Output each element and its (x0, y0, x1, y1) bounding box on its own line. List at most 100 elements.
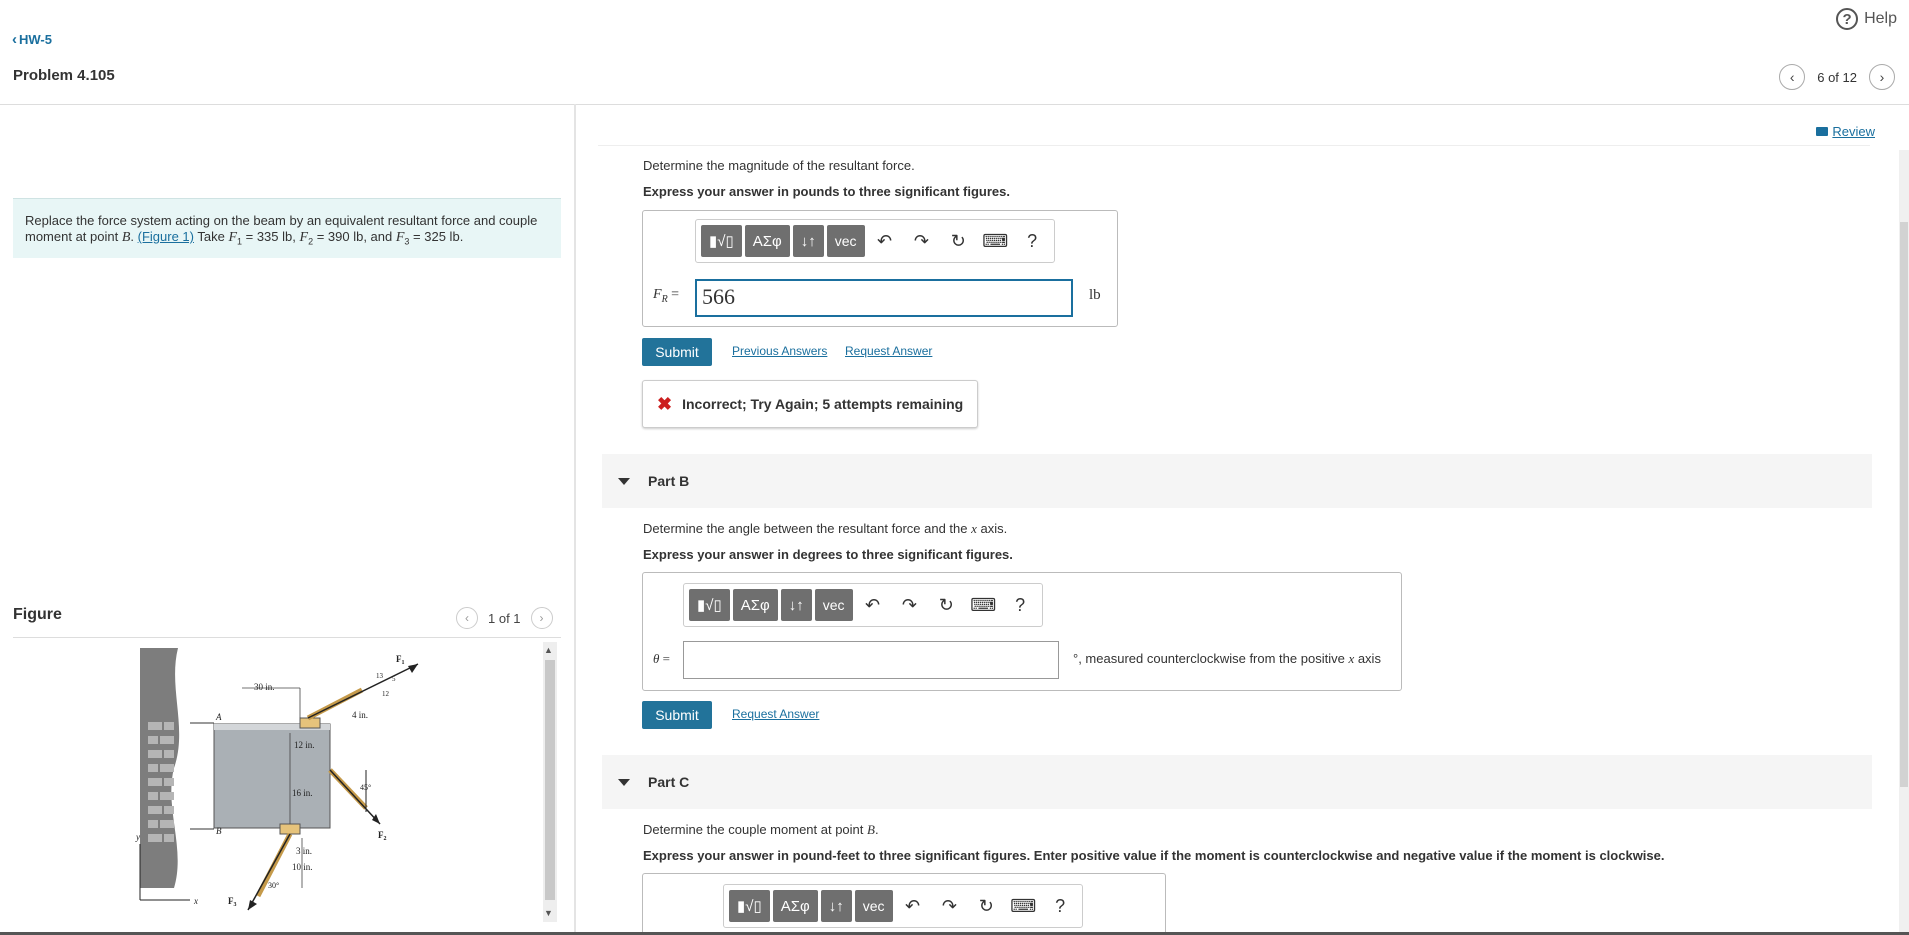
main-scrollbar-thumb[interactable] (1900, 222, 1908, 787)
part-b-toolbar: ▮√▯ ΑΣφ ↓↑ vec ↶ ↷ ↻ ⌨ ? (683, 583, 1043, 627)
part-a-toolbar: ▮√▯ ΑΣφ ↓↑ vec ↶ ↷ ↻ ⌨ ? (695, 219, 1055, 263)
part-a-input[interactable]: 566 (695, 279, 1073, 317)
dim-10-label: 10 in. (292, 862, 313, 872)
f3-label: F3 (228, 896, 237, 908)
page-title: Problem 4.105 (13, 67, 115, 84)
wall-bricks (148, 722, 174, 842)
part-c-instructions: Express your answer in pound-feet to thr… (643, 848, 1665, 863)
slope-5-label: 5 (392, 675, 396, 683)
undo-icon[interactable]: ↶ (856, 589, 890, 621)
previous-answers-link[interactable]: Previous Answers (732, 344, 827, 358)
help-button[interactable]: ? (1043, 890, 1077, 922)
figure-link[interactable]: (Figure 1) (138, 229, 194, 244)
part-b-question: Determine the angle between the resultan… (643, 521, 1008, 536)
dim-12-label: 12 in. (294, 740, 315, 750)
reset-icon[interactable]: ↻ (941, 225, 975, 257)
redo-icon[interactable]: ↷ (932, 890, 966, 922)
arrows-button[interactable]: ↓↑ (820, 890, 852, 922)
templates-button[interactable]: ▮√▯ (689, 589, 730, 621)
part-a-unit: lb (1089, 287, 1101, 303)
figure-heading: Figure (13, 606, 62, 623)
part-b-submit-button[interactable]: Submit (642, 701, 712, 729)
reset-icon[interactable]: ↻ (929, 589, 963, 621)
keyboard-icon[interactable]: ⌨ (978, 225, 1012, 257)
next-problem-button[interactable]: › (1869, 64, 1895, 90)
f2-label: F2 (378, 830, 387, 842)
review-link[interactable]: Review (1816, 124, 1875, 139)
part-b-instructions: Express your answer in degrees to three … (643, 547, 1013, 562)
dim-30-label: 30 in. (254, 682, 275, 692)
greek-button[interactable]: ΑΣφ (732, 589, 778, 621)
figure-pager-text: 1 of 1 (488, 610, 521, 626)
theta-label: θ = (653, 651, 670, 666)
panel-divider[interactable] (574, 104, 576, 935)
undo-icon[interactable]: ↶ (896, 890, 930, 922)
back-label: HW-5 (19, 32, 52, 47)
figure-scrollbar-thumb[interactable] (545, 660, 555, 900)
chevron-right-icon: › (539, 611, 544, 625)
chevron-right-icon: › (1879, 69, 1885, 85)
part-c-question: Determine the couple moment at point B. (643, 822, 879, 837)
back-link[interactable]: ‹ HW-5 (12, 31, 52, 48)
feedback-text: Incorrect; Try Again; 5 attempts remaini… (682, 396, 964, 412)
section-divider (598, 145, 1870, 146)
slope-13-label: 13 (376, 672, 384, 680)
f2-arrow (329, 769, 381, 825)
part-c-header[interactable]: Part C (602, 755, 1872, 809)
part-a-submit-button[interactable]: Submit (642, 338, 712, 366)
part-a-request-answer-link[interactable]: Request Answer (845, 344, 932, 358)
part-b-input[interactable] (683, 641, 1059, 679)
greek-button[interactable]: ΑΣφ (772, 890, 818, 922)
part-a-answer-box: ▮√▯ ΑΣφ ↓↑ vec ↶ ↷ ↻ ⌨ ? FR = 566 lb (642, 210, 1118, 327)
part-b-request-answer-link[interactable]: Request Answer (732, 707, 819, 721)
help-icon: ? (1836, 8, 1859, 30)
keyboard-icon[interactable]: ⌨ (1006, 890, 1040, 922)
dim-3-label: 3 in. (296, 846, 312, 856)
templates-button[interactable]: ▮√▯ (701, 225, 742, 257)
prev-problem-button[interactable]: ‹ (1779, 64, 1806, 90)
arrows-button[interactable]: ↓↑ (780, 589, 812, 621)
part-c-toolbar: ▮√▯ ΑΣφ ↓↑ vec ↶ ↷ ↻ ⌨ ? (723, 884, 1083, 928)
help-button[interactable]: ? (1003, 589, 1037, 621)
part-b-title: Part B (648, 473, 690, 489)
book-icon (1816, 127, 1829, 136)
help-button[interactable]: ? (1015, 225, 1049, 257)
greek-button[interactable]: ΑΣφ (744, 225, 790, 257)
review-label: Review (1832, 124, 1875, 139)
reset-icon[interactable]: ↻ (969, 890, 1003, 922)
problem-statement: Replace the force system acting on the b… (13, 198, 561, 258)
point-a-label: A (215, 712, 222, 722)
scroll-down-icon[interactable]: ▼ (544, 908, 553, 918)
chevron-left-icon: ‹ (1789, 69, 1795, 85)
undo-icon[interactable]: ↶ (868, 225, 902, 257)
keyboard-icon[interactable]: ⌨ (966, 589, 1000, 621)
point-b-label: B (216, 826, 222, 836)
part-b-header[interactable]: Part B (602, 454, 1872, 508)
part-c-title: Part C (648, 774, 690, 790)
prev-figure-button[interactable]: ‹ (456, 607, 478, 629)
f3-arrow (247, 833, 291, 911)
templates-button[interactable]: ▮√▯ (729, 890, 770, 922)
vec-button[interactable]: vec (854, 890, 893, 922)
arrows-button[interactable]: ↓↑ (792, 225, 824, 257)
triangle-down-icon (618, 778, 630, 786)
header-divider (0, 104, 1909, 105)
help-label: Help (1864, 10, 1897, 27)
x-axis-label: x (193, 896, 198, 906)
angle-30-label: 30° (268, 881, 279, 890)
part-c-answer-box: ▮√▯ ΑΣφ ↓↑ vec ↶ ↷ ↻ ⌨ ? (642, 873, 1166, 935)
f1-label: F1 (396, 654, 405, 666)
figure-divider (13, 637, 561, 638)
help-link[interactable]: ? Help (1836, 8, 1897, 30)
triangle-down-icon (618, 477, 630, 485)
part-a-feedback: ✖ Incorrect; Try Again; 5 attempts remai… (642, 380, 979, 428)
chevron-left-icon: ‹ (465, 611, 469, 625)
redo-icon[interactable]: ↷ (904, 225, 938, 257)
redo-icon[interactable]: ↷ (892, 589, 926, 621)
vec-button[interactable]: vec (814, 589, 853, 621)
next-figure-button[interactable]: › (530, 607, 553, 629)
vec-button[interactable]: vec (826, 225, 865, 257)
fr-label: FR = (653, 287, 680, 305)
scroll-up-icon[interactable]: ▲ (544, 645, 553, 655)
problem-pager: ‹ 6 of 12 › (1779, 64, 1895, 90)
